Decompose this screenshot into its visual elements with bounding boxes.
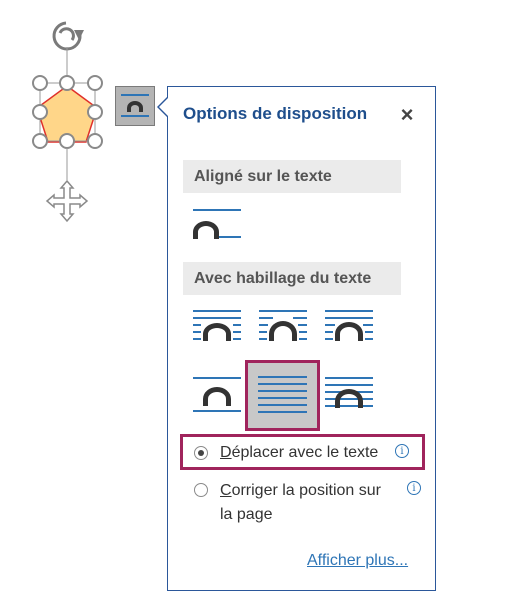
radio-move-with-text-label: Déplacer avec le texte [220,444,379,461]
layout-options-icon [121,94,149,117]
section-inline-header: Aligné sur le texte [183,160,401,193]
radio-move-with-text-row[interactable]: Déplacer avec le texte i [193,444,418,464]
wrap-top-bottom-icon [193,377,241,412]
close-icon[interactable]: × [395,103,419,127]
wrap-inline-button[interactable] [187,204,247,254]
radio-fix-position-row[interactable]: Corriger la position sur i la page [193,481,423,526]
wrap-in-front-button[interactable] [319,372,379,422]
wrap-behind-text-icon [258,376,307,413]
wrap-square-icon [193,310,241,341]
move-handle-icon[interactable] [45,179,89,223]
radio-selected-dot [198,450,204,456]
radio-fix-position-label-line2: la page [220,506,273,523]
radio-fix-position[interactable] [194,483,208,497]
wrap-inline-icon [193,209,241,239]
radio-fix-position-label: Corriger la position sur [220,482,381,499]
wrap-tight-icon [259,310,307,341]
wrap-behind-text-button[interactable] [245,360,320,431]
wrap-in-front-icon [325,377,373,408]
wrap-top-bottom-button[interactable] [187,372,247,422]
radio-move-with-text[interactable] [194,446,208,460]
wrap-through-button[interactable] [319,305,379,355]
section-wrap-header: Avec habillage du texte [183,262,401,295]
rotate-handle-icon[interactable] [52,21,84,51]
wrap-square-button[interactable] [187,305,247,355]
show-more-link[interactable]: Afficher plus... [307,552,408,570]
panel-title: Options de disposition [183,104,368,123]
layout-options-button[interactable] [115,86,155,126]
info-icon[interactable]: i [407,481,421,495]
wrap-tight-button[interactable] [253,305,313,355]
info-icon[interactable]: i [395,444,409,458]
wrap-through-icon [325,310,373,341]
